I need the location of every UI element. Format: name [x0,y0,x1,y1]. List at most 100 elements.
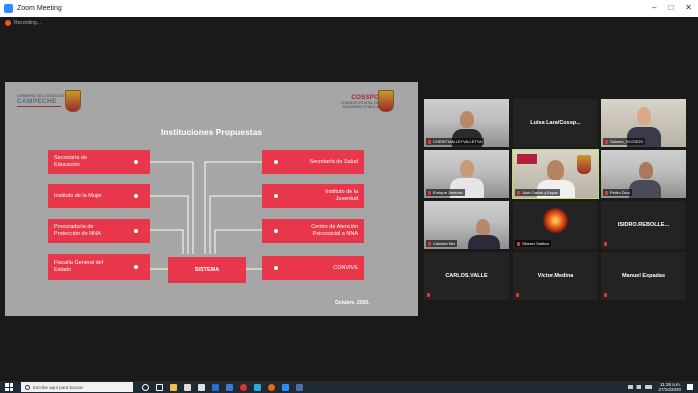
window-controls: – □ ✕ [652,3,692,12]
institution-label: Secretaría de Salud [309,158,358,165]
zoom-window: Zoom Meeting – □ ✕ Recording... GOBIERNO… [0,0,698,393]
institution-label: Instituto de la Mujer [54,192,102,199]
institution-label: CONVIVE [333,264,358,271]
store-icon[interactable] [184,383,191,391]
tray-icons[interactable] [628,385,653,389]
participant-name-label: Calzado Mtz [426,240,458,247]
file-explorer-icon[interactable] [170,383,177,391]
recording-dot-icon [5,20,11,26]
zoom-app-icon [4,4,13,13]
connector-dot [134,229,138,233]
taskbar-clock[interactable]: 11:28 a.m. 27/10/2020 [658,382,681,392]
participant-avatar [543,208,568,233]
institution-box: Secretaría de Educación [48,150,150,174]
firefox-icon[interactable] [268,383,275,391]
participant-torso [468,235,500,249]
skype-icon[interactable] [212,383,219,391]
connector-dot [134,265,138,269]
participant-tile[interactable]: ISIDRO.REBOLLE... [601,201,686,249]
shared-screen-slide: GOBIERNO DEL ESTADO DE CAMPECHE COSSPO C… [5,82,418,316]
active-speaker-tile[interactable]: José Carlos y Espar [512,149,599,199]
window-title: Zoom Meeting [17,5,62,12]
mic-muted-icon [427,293,430,297]
mic-muted-icon [604,293,607,297]
connector-dot [274,229,278,233]
mic-muted-icon [428,190,431,195]
minimize-button[interactable]: – [652,3,656,12]
participant-name: Luisa Lara/Cossp... [530,120,581,126]
participant-name-label: CHRISTIAN.LEYVA.LETYA [426,138,484,145]
participant-tile[interactable]: Luisa Lara/Cossp... [513,99,598,147]
mic-muted-icon [517,241,520,246]
participant-tile[interactable]: CHRISTIAN.LEYVA.LETYA [424,99,509,147]
participant-name: Manuel Espadas [621,273,666,279]
mic-muted-icon [605,139,608,144]
participant-name: CARLOS.VALLE [445,273,488,279]
participant-tile[interactable]: Calzado Mtz [424,201,509,249]
sistema-label: SISTEMA [194,266,220,273]
mic-muted-icon [605,190,608,195]
participant-name-label: Enrique Jiménez [426,189,465,196]
title-bar: Zoom Meeting – □ ✕ [0,0,698,17]
participant-name-label: Salome_SCGSOS [603,138,645,145]
mic-muted-icon [516,293,519,297]
participant-tile[interactable]: Pedro Dzul [601,150,686,198]
connector-dot [274,160,278,164]
system-tray: 11:28 a.m. 27/10/2020 [628,382,693,392]
chrome-icon[interactable] [240,383,247,391]
institution-label: Secretaría de Educación [54,155,88,168]
institution-box: Secretaría de Salud [262,150,364,174]
cortana-icon[interactable] [142,383,149,391]
participant-head [460,160,474,177]
outlook-icon[interactable] [226,383,233,391]
participant-tile[interactable]: Enrique Jiménez [424,150,509,198]
search-placeholder: Escribe aquí para buscar [33,384,84,390]
institution-box: Centro de Atención Psicosocial a NNA [262,219,364,243]
participant-name: Víctor.Medina [537,273,574,279]
windows-start-icon[interactable] [5,383,13,391]
mic-muted-icon [428,139,431,144]
taskbar-apps [142,383,303,391]
participant-head [476,219,490,236]
clock-date: 27/10/2020 [658,387,681,392]
mic-muted-icon [428,241,431,246]
dropbox-icon[interactable] [198,383,205,391]
maximize-button[interactable]: □ [668,3,673,12]
institution-label: Procuraduría de Protección de NNA [54,224,101,237]
zoom-taskbar-icon[interactable] [282,383,289,391]
banner-background [517,154,537,164]
mic-muted-icon [604,242,607,246]
close-button[interactable]: ✕ [685,3,692,12]
participant-head [460,111,474,128]
institution-box: Fiscalía General del Estado [48,254,150,280]
participant-tile[interactable]: Obeser Sublea [513,201,598,249]
participant-name: ISIDRO.REBOLLE... [617,222,670,228]
connector-dot [274,266,278,270]
windows-taskbar: Escribe aquí para buscar 11:28 a.m. 27/1… [0,381,698,393]
institution-label: Centro de Atención Psicosocial a NNA [311,224,358,237]
participant-tile[interactable]: Salome_SCGSOS [601,99,686,147]
connector-dot [274,194,278,198]
participant-tile[interactable]: Víctor.Medina [513,252,598,300]
participant-head [637,107,651,125]
coat-of-arms-icon [577,155,591,174]
recording-label: Recording... [14,20,41,26]
mic-muted-icon [517,190,520,195]
participant-name-label: José Carlos y Espar [515,189,560,196]
participant-name-label: Pedro Dzul [603,189,632,196]
institution-box: Procuraduría de Protección de NNA [48,219,150,243]
institution-label: Fiscalía General del Estado [54,260,103,273]
institution-label: Instituto de la Juventud [325,189,358,202]
photos-icon[interactable] [296,383,303,391]
search-icon [25,384,30,390]
sistema-box: SISTEMA [168,257,246,283]
notification-icon[interactable] [687,384,693,390]
participant-name-label: Obeser Sublea [515,240,551,247]
taskbar-search-box[interactable]: Escribe aquí para buscar [21,382,133,392]
edge-icon[interactable] [254,383,261,391]
task-view-icon[interactable] [156,383,163,391]
participant-head [547,160,564,180]
institution-box: CONVIVE [262,256,364,280]
participant-tile[interactable]: Manuel Espadas [601,252,686,300]
participant-tile[interactable]: CARLOS.VALLE [424,252,509,300]
